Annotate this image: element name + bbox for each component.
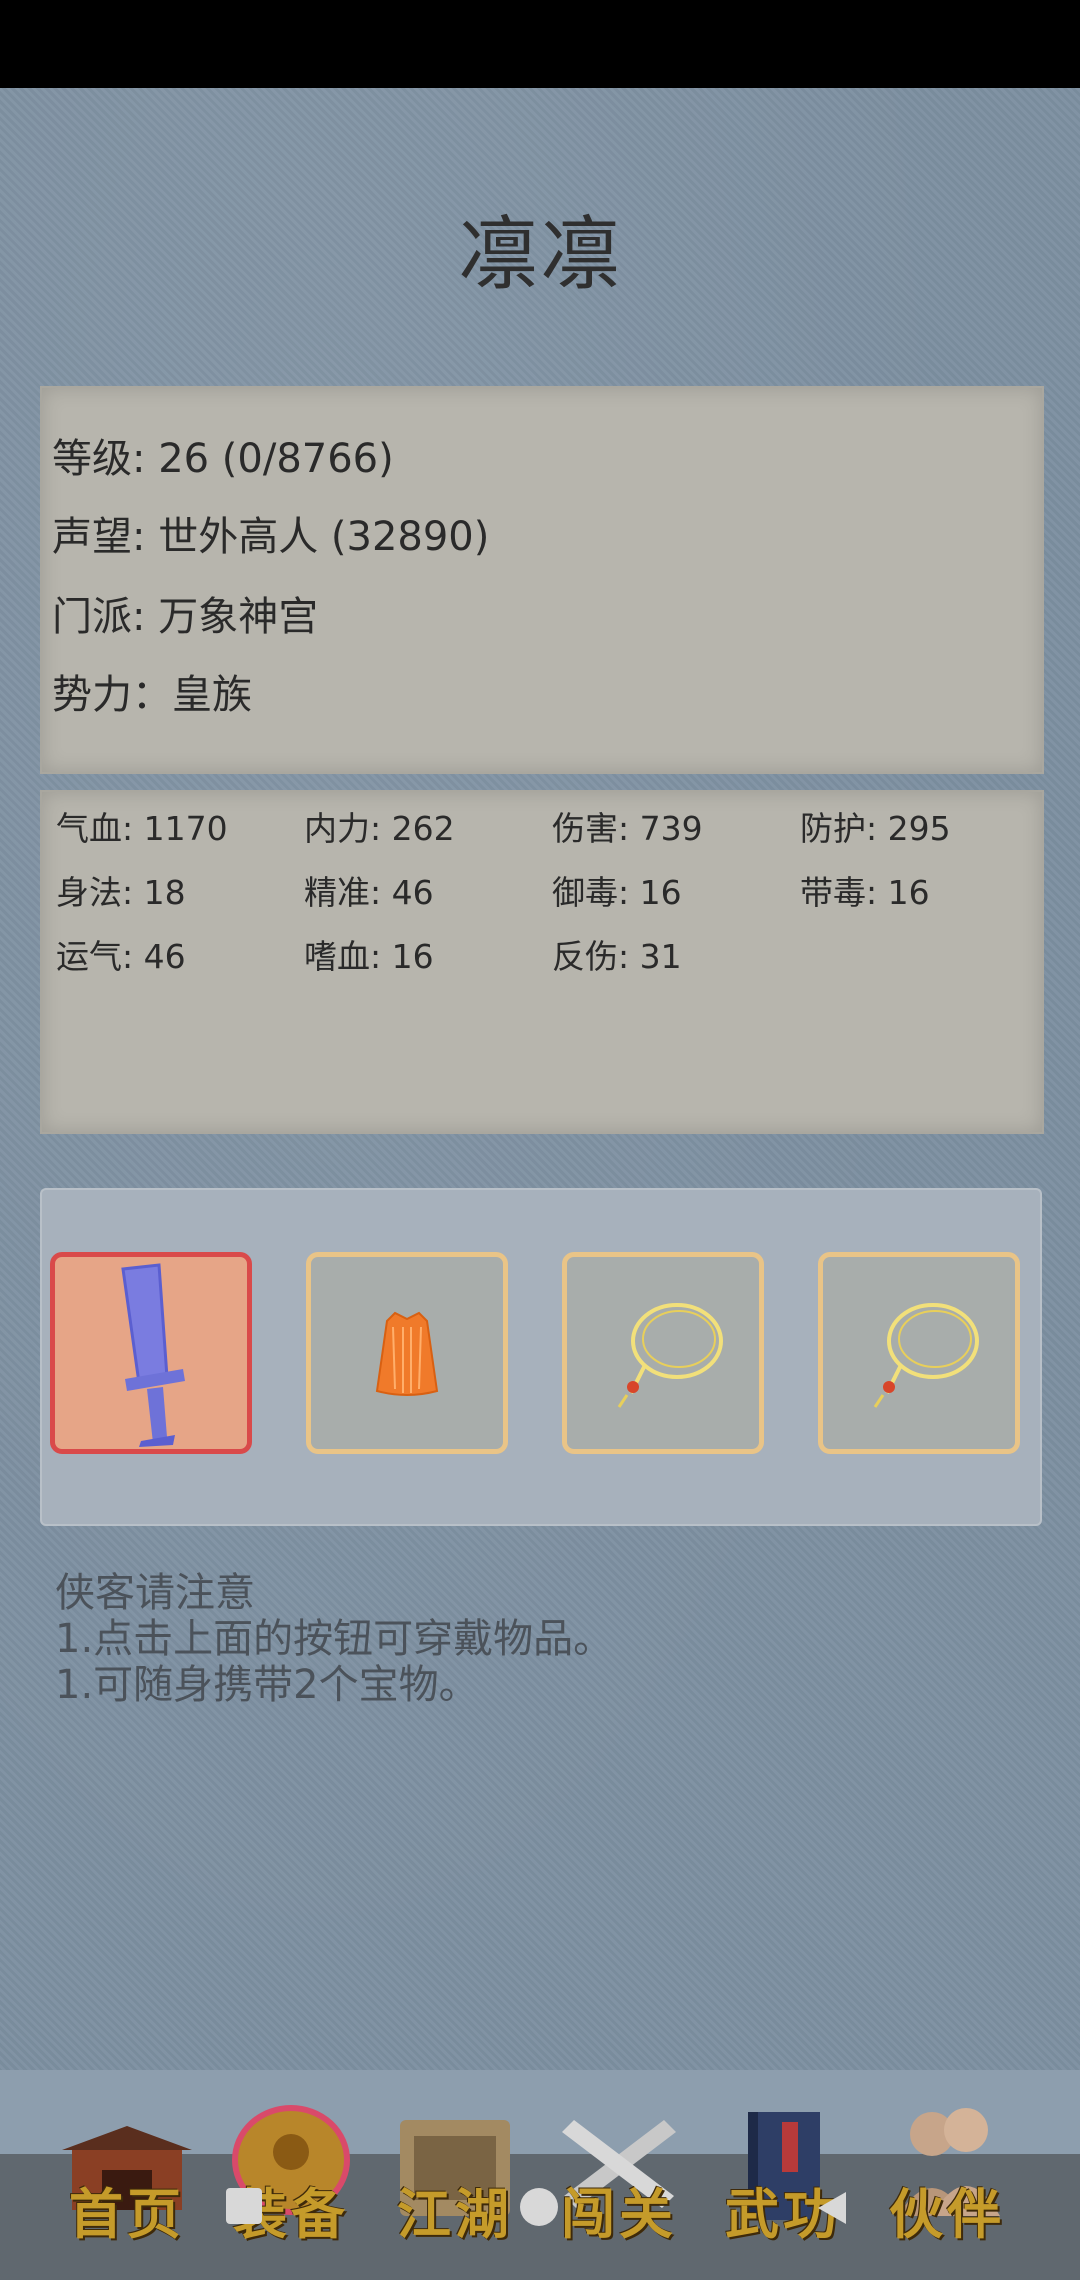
equip-slot-armor[interactable] (306, 1252, 508, 1454)
faction-text: 势力：皇族 (52, 672, 252, 718)
stat-agility: 身法: 18 (56, 873, 186, 912)
recents-button[interactable] (226, 2188, 262, 2224)
stat-luck: 运气: 46 (56, 937, 186, 976)
nav-home-label: 首页 (69, 2182, 185, 2246)
robe-icon (375, 1311, 439, 1396)
triangle-back-icon (818, 2192, 846, 2224)
nav-equipment[interactable]: 装备 (206, 2070, 376, 2270)
necklace-icon (873, 1303, 979, 1408)
nav-jianghu[interactable]: 江湖 (370, 2070, 540, 2270)
nav-companions-label: 伙伴 (889, 2182, 1005, 2246)
stat-hp: 气血: 1170 (56, 809, 228, 848)
level-text: 等级: 26 (0/8766) (52, 436, 394, 482)
necklace-icon (617, 1303, 723, 1408)
sword-icon (121, 1263, 185, 1447)
bottom-nav: 首页 装备 江湖 闯关 武功 伙伴 (0, 2070, 1080, 2280)
info-panel: 等级: 26 (0/8766) 声望: 世外高人 (32890) 门派: 万象神… (40, 386, 1044, 774)
stat-accuracy: 精准: 46 (304, 873, 434, 912)
stat-damage: 伤害: 739 (552, 809, 703, 848)
equip-slot-treasure-1[interactable] (562, 1252, 764, 1454)
character-name: 凛凛 (458, 208, 622, 301)
stat-poison-resist: 御毒: 16 (552, 873, 682, 912)
stat-lifesteal: 嗜血: 16 (304, 937, 434, 976)
stats-panel: 气血: 1170 内力: 262 伤害: 739 防护: 295 身法: 18 … (40, 790, 1044, 1134)
stat-reflect: 反伤: 31 (552, 937, 682, 976)
status-bar (0, 0, 1080, 88)
stat-defense: 防护: 295 (800, 809, 951, 848)
stat-poison: 带毒: 16 (800, 873, 930, 912)
nav-challenge-label: 闯关 (561, 2182, 677, 2246)
nav-martial-arts[interactable]: 武功 (698, 2070, 868, 2270)
home-button[interactable] (520, 2188, 558, 2226)
circle-icon (520, 2188, 558, 2226)
nav-companions[interactable]: 伙伴 (862, 2070, 1032, 2270)
sect-text: 门派: 万象神宫 (52, 594, 319, 640)
square-icon (226, 2188, 262, 2224)
notice-line-2: 1.可随身携带2个宝物。 (55, 1662, 479, 1708)
equip-slot-weapon[interactable] (50, 1252, 252, 1454)
equip-slot-treasure-2[interactable] (818, 1252, 1020, 1454)
back-button[interactable] (812, 2188, 852, 2232)
nav-home[interactable]: 首页 (42, 2070, 212, 2270)
equipment-panel (40, 1188, 1042, 1526)
stat-internal: 内力: 262 (304, 809, 455, 848)
nav-jianghu-label: 江湖 (397, 2182, 513, 2246)
reputation-text: 声望: 世外高人 (32890) (52, 514, 490, 560)
notice-line-1: 1.点击上面的按钮可穿戴物品。 (55, 1616, 614, 1662)
notice-block: 侠客请注意 1.点击上面的按钮可穿戴物品。 1.可随身携带2个宝物。 (55, 1570, 613, 1708)
notice-heading: 侠客请注意 (55, 1570, 255, 1616)
nav-challenge[interactable]: 闯关 (534, 2070, 704, 2270)
